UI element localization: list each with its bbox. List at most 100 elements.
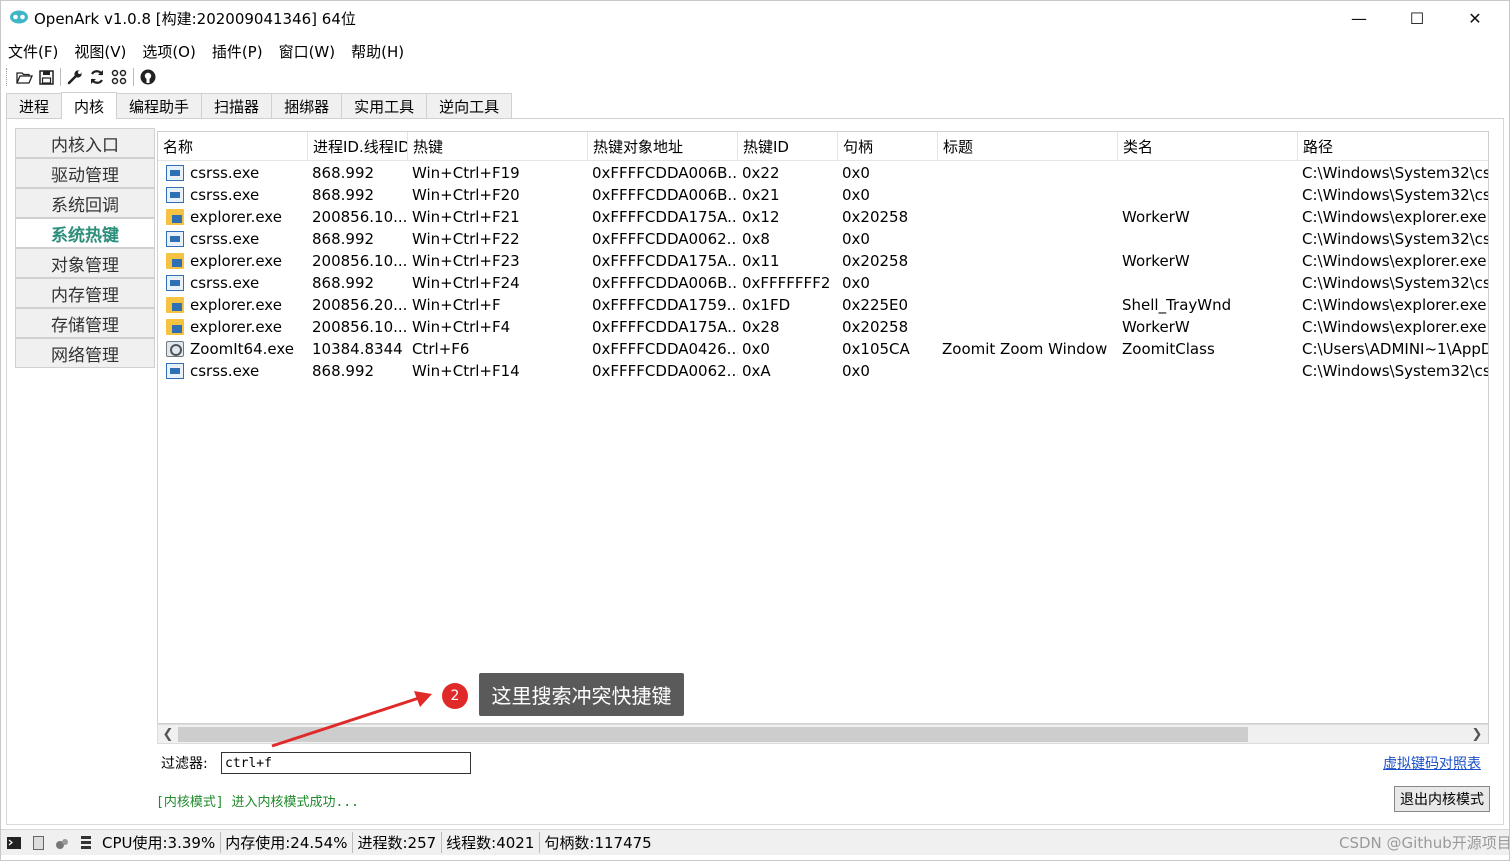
sidenav-item-storage-manager[interactable]: 存储管理 <box>15 308 155 338</box>
column-header-handle[interactable]: 句柄 <box>838 132 938 161</box>
column-header-hotkey-object[interactable]: 热键对象地址 <box>588 132 738 161</box>
table-cell: 0x22 <box>738 162 838 184</box>
cell-text: csrss.exe <box>190 274 260 292</box>
maximize-button[interactable]: ☐ <box>1388 0 1446 36</box>
table-cell: C:\Windows\System32\csrss.exe <box>1298 228 1488 250</box>
openark-logo-icon <box>10 10 28 24</box>
table-cell: Win+Ctrl+F20 <box>408 184 588 206</box>
table-row[interactable]: csrss.exe 868.992 Win+Ctrl+F24 0xFFFFCDDA00… <box>158 272 1488 294</box>
menu-window[interactable]: 窗口(W) <box>279 41 336 62</box>
table-cell: 0x28 <box>738 316 838 338</box>
column-header-pid-tid[interactable]: 进程ID.线程ID <box>308 132 408 161</box>
table-row[interactable]: explorer.exe 200856.20... Win+Ctrl+F 0xFFFF… <box>158 294 1488 316</box>
column-header-class[interactable]: 类名 <box>1118 132 1298 161</box>
cell-text: 0x0 <box>842 164 870 182</box>
column-header-path[interactable]: 路径 <box>1298 132 1488 161</box>
minimize-button[interactable]: — <box>1330 0 1388 36</box>
sidenav-item-driver-manager[interactable]: 驱动管理 <box>15 158 155 188</box>
table-row[interactable]: csrss.exe 868.992 Win+Ctrl+F22 0xFFFFCDDA00… <box>158 228 1488 250</box>
refresh-icon[interactable] <box>86 66 108 88</box>
table-cell <box>938 184 1118 206</box>
scroll-left-icon[interactable]: ❮ <box>161 725 175 743</box>
document-icon[interactable] <box>30 835 46 851</box>
cell-text: Zoomit Zoom Window <box>942 340 1108 358</box>
application-icon <box>166 231 184 247</box>
console-icon[interactable] <box>6 835 22 851</box>
github-icon[interactable] <box>137 66 159 88</box>
menu-view[interactable]: 视图(V) <box>74 41 126 62</box>
tab-utilities[interactable]: 实用工具 <box>341 93 428 118</box>
table-cell: 0x12 <box>738 206 838 228</box>
cell-text: 868.992 <box>312 274 375 292</box>
cell-text: explorer.exe <box>190 208 282 226</box>
table-cell: Win+Ctrl+F21 <box>408 206 588 228</box>
table-row[interactable]: explorer.exe 200856.10... Win+Ctrl+F23 0xFF… <box>158 250 1488 272</box>
column-header-title[interactable]: 标题 <box>938 132 1118 161</box>
hotkey-table[interactable]: 名称 进程ID.线程ID 热键 热键对象地址 热键ID 句柄 标题 类名 路径 … <box>157 131 1488 724</box>
table-cell <box>938 360 1118 382</box>
menu-options[interactable]: 选项(O) <box>142 41 196 62</box>
table-row[interactable]: ZoomIt64.exe 10384.8344 Ctrl+F6 0xFFFFCDDA0… <box>158 338 1488 360</box>
tab-reverse-tools[interactable]: 逆向工具 <box>426 93 513 118</box>
table-row[interactable]: csrss.exe 868.992 Win+Ctrl+F19 0xFFFFCDDA00… <box>158 162 1488 184</box>
column-header-hotkey-id[interactable]: 热键ID <box>738 132 838 161</box>
table-cell: Shell_TrayWnd <box>1118 294 1298 316</box>
table-cell: Zoomit Zoom Window <box>938 338 1118 360</box>
menu-file[interactable]: 文件(F) <box>8 41 58 62</box>
table-cell <box>938 272 1118 294</box>
main-tabs: 进程 内核 编程助手 扫描器 捆绑器 实用工具 逆向工具 <box>6 92 513 119</box>
virtual-keycode-link[interactable]: 虚拟键码对照表 <box>1383 753 1481 773</box>
zoomit-icon <box>166 341 184 357</box>
exit-kernel-mode-button[interactable]: 退出内核模式 <box>1394 786 1490 812</box>
sidenav-item-system-hotkeys[interactable]: 系统热键 <box>15 218 155 248</box>
table-row[interactable]: csrss.exe 868.992 Win+Ctrl+F14 0xFFFFCDDA00… <box>158 360 1488 382</box>
table-cell: Win+Ctrl+F14 <box>408 360 588 382</box>
cell-text: Win+Ctrl+F22 <box>412 230 520 248</box>
table-cell <box>938 294 1118 316</box>
tab-coding-helper[interactable]: 编程助手 <box>116 93 203 118</box>
cell-text: 0x0 <box>742 340 770 358</box>
tab-scanner[interactable]: 扫描器 <box>201 93 273 118</box>
table-row[interactable]: explorer.exe 200856.10... Win+Ctrl+F21 0xFF… <box>158 206 1488 228</box>
cell-text: 0x20258 <box>842 252 909 270</box>
column-header-hotkey[interactable]: 热键 <box>408 132 588 161</box>
table-cell: 0xFFFFCDDA175A... <box>588 206 738 228</box>
callout-number-badge: 2 <box>442 683 468 709</box>
table-cell <box>1118 162 1298 184</box>
table-cell: C:\Windows\System32\csrss.exe <box>1298 162 1488 184</box>
cleaner-icon[interactable] <box>54 835 70 851</box>
table-cell: 868.992 <box>308 228 408 250</box>
grid-icon[interactable] <box>108 66 130 88</box>
tab-bundler[interactable]: 捆绑器 <box>271 93 343 118</box>
close-button[interactable]: ✕ <box>1446 0 1504 36</box>
stack-icon[interactable] <box>78 835 94 851</box>
save-icon[interactable] <box>35 66 57 88</box>
sidenav-item-network-manager[interactable]: 网络管理 <box>15 338 155 368</box>
filter-label: 过滤器: <box>161 756 208 772</box>
table-row[interactable]: csrss.exe 868.992 Win+Ctrl+F20 0xFFFFCDDA00… <box>158 184 1488 206</box>
scroll-right-icon[interactable]: ❯ <box>1470 725 1484 743</box>
column-header-name[interactable]: 名称 <box>158 132 308 161</box>
sidenav-item-system-callbacks[interactable]: 系统回调 <box>15 188 155 218</box>
table-row[interactable]: explorer.exe 200856.10... Win+Ctrl+F4 0xFFF… <box>158 316 1488 338</box>
table-cell <box>938 228 1118 250</box>
sidenav-item-memory-manager[interactable]: 内存管理 <box>15 278 155 308</box>
title-bar: OpenArk v1.0.8 [构建:202009041346] 64位 — ☐… <box>0 0 1510 38</box>
cell-text: 0xFFFFCDDA0062... <box>592 230 738 248</box>
wrench-icon[interactable] <box>64 66 86 88</box>
table-cell: 0x20258 <box>838 250 938 272</box>
sidenav-item-object-manager[interactable]: 对象管理 <box>15 248 155 278</box>
folder-open-icon[interactable] <box>13 66 35 88</box>
toolbar <box>0 64 1510 90</box>
table-cell: ZoomitClass <box>1118 338 1298 360</box>
table-cell: 0x21 <box>738 184 838 206</box>
table-cell: Win+Ctrl+F19 <box>408 162 588 184</box>
menu-help[interactable]: 帮助(H) <box>351 41 404 62</box>
menu-plugins[interactable]: 插件(P) <box>212 41 263 62</box>
tab-kernel[interactable]: 内核 <box>61 92 118 119</box>
toolbar-grip <box>6 68 9 86</box>
callout-arrow-icon <box>271 691 432 748</box>
table-cell: 0xFFFFCDDA0426... <box>588 338 738 360</box>
tab-process[interactable]: 进程 <box>6 93 63 118</box>
sidenav-item-kernel-entry[interactable]: 内核入口 <box>15 128 155 158</box>
